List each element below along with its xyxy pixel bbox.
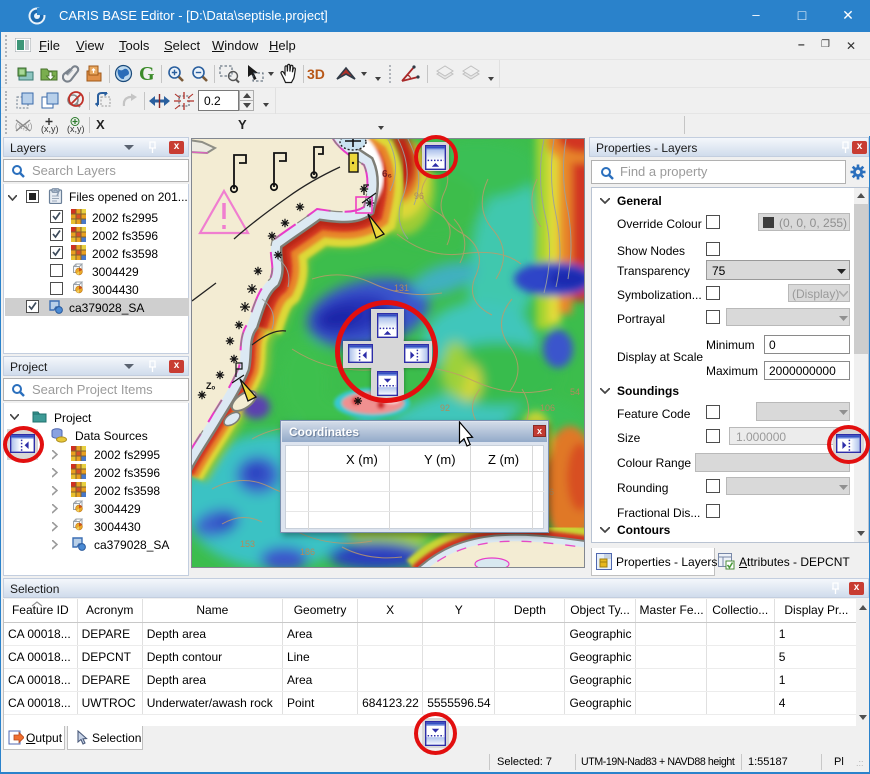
svg-text:106: 106: [540, 403, 555, 413]
svg-text:186: 186: [300, 547, 315, 557]
svg-text:54: 54: [570, 387, 580, 397]
svg-text:(x,y): (x,y): [41, 124, 59, 134]
svg-text:153: 153: [240, 539, 255, 549]
svg-text:96: 96: [414, 191, 424, 201]
svg-text:Zₒ: Zₒ: [206, 381, 215, 391]
svg-text:6₆: 6₆: [382, 169, 392, 180]
svg-text:131: 131: [394, 283, 409, 293]
svg-text:92: 92: [440, 403, 450, 413]
svg-text:G: G: [139, 63, 155, 84]
svg-text:3D: 3D: [307, 66, 325, 82]
